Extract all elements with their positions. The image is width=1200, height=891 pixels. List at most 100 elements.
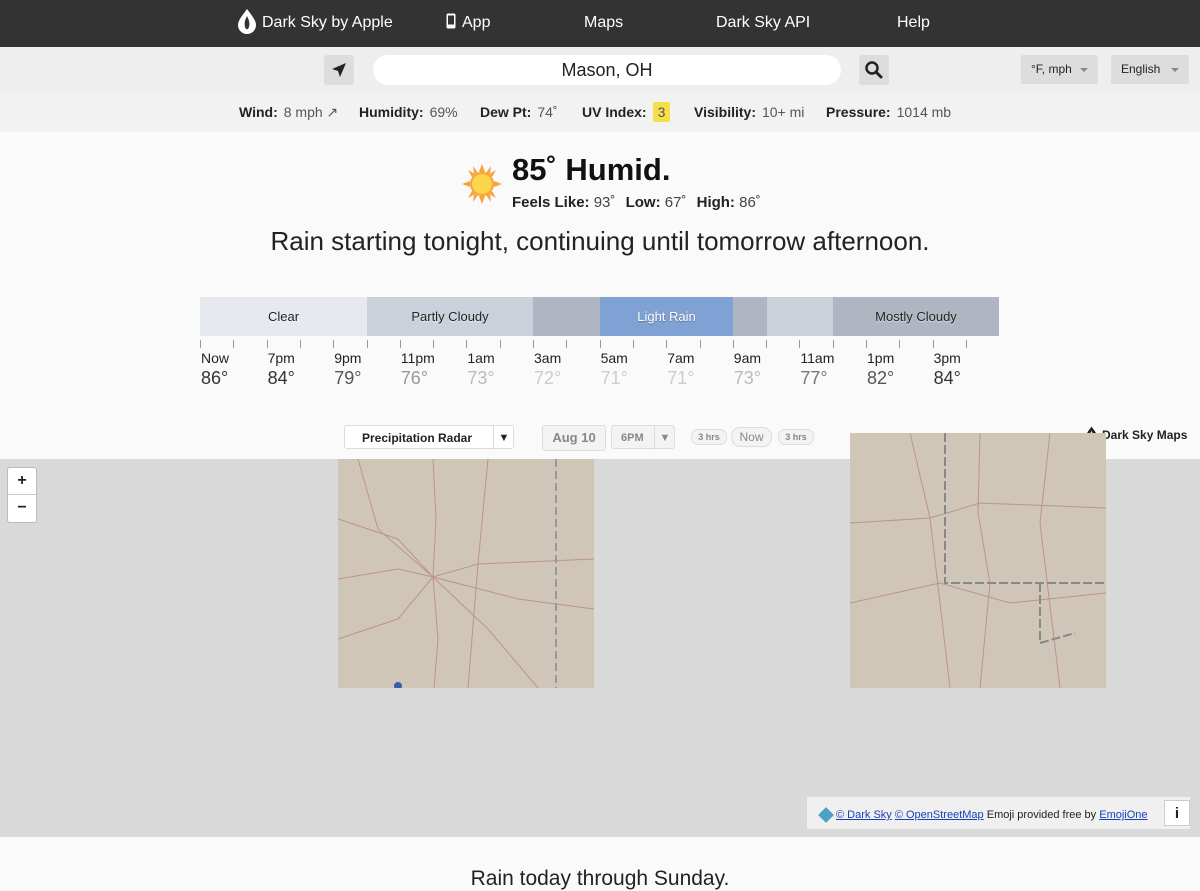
- dark-sky-credit-link[interactable]: © Dark Sky: [836, 809, 892, 821]
- timeline-tick: [732, 340, 734, 348]
- hour-label: 7pm: [267, 350, 295, 366]
- timeline-tick: [566, 340, 568, 348]
- timeline-segment: Light Rain: [600, 297, 733, 336]
- timeline-tick: [333, 340, 335, 348]
- hour-temperature: 72°: [534, 368, 562, 388]
- timeline-segment: Partly Cloudy: [367, 297, 533, 336]
- timeline-tick: [266, 340, 268, 348]
- wind-value: 8 mph ↗: [283, 104, 339, 120]
- emojione-credit-link[interactable]: EmojiOne: [1099, 809, 1147, 821]
- map-info-button[interactable]: i: [1164, 800, 1190, 826]
- wind-label: Wind:: [239, 104, 278, 120]
- map-layer-caret-icon: ▼: [493, 426, 514, 450]
- units-dropdown[interactable]: °F, mph: [1021, 55, 1098, 84]
- uv-index-badge: 3: [652, 102, 671, 122]
- map-layers-icon: [818, 807, 834, 824]
- hour-label: 9pm: [334, 350, 362, 366]
- low-value: 67˚: [664, 194, 687, 211]
- map-layer-select[interactable]: Precipitation Radar ▼: [344, 425, 514, 450]
- timeline-tick: [599, 340, 601, 348]
- emoji-credit-text: Emoji provided free by: [986, 809, 1097, 821]
- hour-temperature: 71°: [600, 368, 628, 388]
- pressure-value: 1014 mb: [896, 104, 952, 120]
- radar-map[interactable]: © Dark Sky © OpenStreetMap Emoji provide…: [0, 433, 1200, 837]
- units-caret-icon: [1080, 68, 1088, 72]
- nav-brand-label: Dark Sky by Apple: [262, 14, 393, 31]
- pressure-stat: Pressure: 1014 mb: [826, 92, 951, 132]
- hour-label: 11pm: [400, 350, 435, 366]
- search-button[interactable]: [859, 55, 889, 85]
- nav-maps-link[interactable]: Maps: [584, 0, 623, 47]
- timeline-tick: [699, 340, 701, 348]
- sun-icon: [462, 164, 502, 204]
- language-caret-icon: [1171, 68, 1179, 72]
- forecast-sentence: Rain starting tonight, continuing until …: [270, 226, 930, 256]
- top-navigation: Dark Sky by Apple App Maps Dark Sky API …: [0, 0, 1200, 47]
- phone-icon: [446, 13, 456, 29]
- nav-app-link[interactable]: App: [446, 0, 490, 47]
- map-back-3hrs-button[interactable]: 3 hrs: [691, 429, 727, 445]
- timeline-tick: [866, 340, 867, 348]
- high-value: 86˚: [739, 194, 761, 211]
- current-conditions-stats: Wind: 8 mph ↗ Humidity: 69% Dew Pt: 74˚ UV …: [0, 92, 1200, 132]
- search-icon: [865, 61, 883, 79]
- visibility-stat: Visibility: 10+ mi: [694, 92, 804, 132]
- hour-label: 1pm: [867, 350, 895, 366]
- humidity-label: Humidity:: [359, 104, 424, 120]
- timeline-ticks: [200, 340, 1000, 350]
- location-search-input[interactable]: Mason, OH: [373, 55, 841, 85]
- osm-credit-link[interactable]: © OpenStreetMap: [895, 809, 984, 821]
- timeline-tick: [233, 340, 235, 348]
- hour-label: 1am: [467, 350, 495, 366]
- timeline-tick: [666, 340, 668, 348]
- nav-help-link[interactable]: Help: [897, 0, 930, 47]
- timeline-tick: [899, 340, 901, 348]
- hourly-timeline-bar[interactable]: Clear Partly Cloudy Light Rain Mostly Cl…: [200, 297, 999, 336]
- dark-sky-logo-icon: [238, 8, 256, 34]
- language-dropdown[interactable]: English: [1111, 55, 1189, 84]
- timeline-segment-label: Clear: [267, 309, 300, 324]
- humidity-stat: Humidity: 69%: [359, 92, 458, 132]
- map-time-label: 6PM: [621, 432, 644, 444]
- uv-index-label: UV Index:: [582, 104, 647, 120]
- timeline-segment: Clear: [200, 297, 367, 336]
- map-layer-label: Precipitation Radar: [362, 431, 473, 445]
- current-location-button[interactable]: [324, 55, 354, 85]
- timeline-tick: [632, 340, 634, 348]
- hour-temperature: 73°: [733, 368, 762, 388]
- map-date-button[interactable]: Aug 10: [542, 425, 606, 451]
- map-tile: [338, 459, 594, 688]
- map-time-select[interactable]: 6PM ▼: [611, 425, 675, 450]
- map-tile: [850, 433, 1106, 688]
- hour-temperature: 71°: [667, 368, 695, 388]
- timeline-segment: [733, 297, 767, 336]
- nav-brand-link[interactable]: Dark Sky by Apple: [237, 0, 393, 47]
- hour-temperature: 84°: [933, 368, 961, 388]
- visibility-label: Visibility:: [694, 104, 756, 120]
- zoom-out-button[interactable]: −: [8, 495, 36, 521]
- hour-label: 3pm: [933, 350, 961, 366]
- zoom-in-button[interactable]: +: [8, 468, 36, 495]
- hour-label: 11am: [800, 350, 835, 366]
- timeline-segment: Mostly Cloudy: [833, 297, 999, 336]
- feels-like-label: Feels Like:: [512, 194, 590, 211]
- uv-index-stat: UV Index: 3: [582, 92, 671, 132]
- nav-app-label: App: [462, 14, 491, 31]
- timeline-segment-label: Mostly Cloudy: [875, 309, 957, 324]
- hour-label: 9am: [733, 350, 762, 366]
- map-forward-3hrs-button[interactable]: 3 hrs: [778, 429, 814, 445]
- timeline-tick: [466, 340, 468, 348]
- units-label: °F, mph: [1031, 62, 1072, 76]
- timeline-tick: [366, 340, 368, 348]
- timeline-tick: [299, 340, 301, 348]
- hour-temperature: 84°: [267, 368, 295, 388]
- hour-temperature: 86°: [201, 368, 229, 388]
- pressure-label: Pressure:: [826, 104, 891, 120]
- hour-label: Now: [201, 350, 230, 366]
- low-label: Low:: [625, 194, 661, 211]
- map-now-button[interactable]: Now: [731, 427, 772, 447]
- timeline-tick: [965, 340, 967, 348]
- language-label: English: [1121, 62, 1161, 76]
- nav-api-link[interactable]: Dark Sky API: [716, 0, 810, 47]
- dew-point-value: 74˚: [537, 104, 558, 120]
